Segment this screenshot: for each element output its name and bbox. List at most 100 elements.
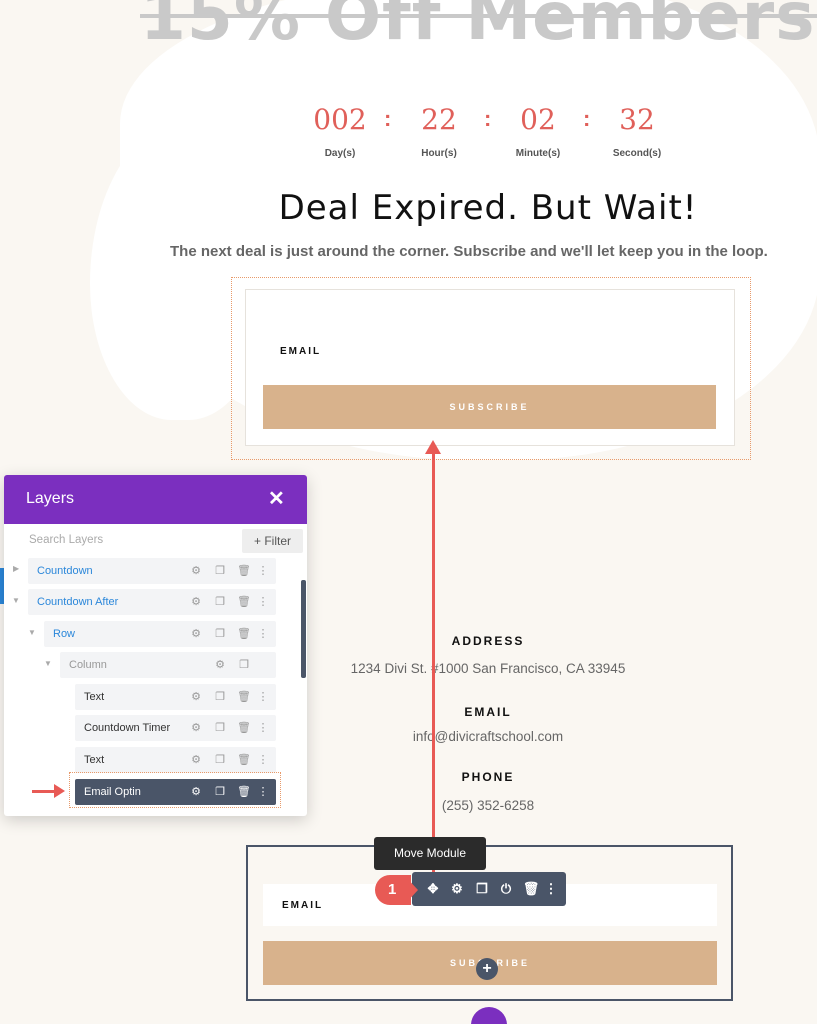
subscribe-button[interactable]: SUBSCRIBE — [263, 385, 716, 429]
layers-title: Layers — [26, 490, 75, 507]
add-section-button[interactable] — [471, 1007, 507, 1024]
countdown-hours-label: Hour(s) — [421, 148, 457, 159]
more-icon[interactable]: ⋮ — [256, 589, 270, 615]
layer-actions: ⚙ ❐ 🗑 ⋮ — [184, 621, 270, 647]
countdown-separator: : — [384, 106, 392, 131]
trash-icon[interactable]: 🗑 — [232, 621, 256, 647]
more-icon[interactable]: ⋮ — [256, 621, 270, 647]
layers-scrollbar[interactable] — [301, 580, 306, 678]
layer-actions: ⚙ ❐ 🗑 ⋮ — [184, 684, 270, 710]
countdown-hours-value: 22 — [421, 103, 457, 136]
layer-label: Row — [53, 628, 76, 640]
countdown-hours: 22 Hour(s) — [404, 100, 474, 159]
countdown-separator: : — [484, 106, 492, 131]
address-heading: ADDRESS — [451, 634, 525, 648]
countdown-seconds-value: 32 — [619, 103, 655, 136]
phone-heading: PHONE — [461, 770, 515, 784]
duplicate-icon[interactable]: ❐ — [470, 872, 494, 906]
duplicate-icon[interactable]: ❐ — [208, 589, 232, 615]
expand-caret-icon[interactable]: ▶ — [13, 564, 19, 573]
layer-label: Column — [69, 659, 107, 671]
countdown-minutes-value: 02 — [520, 103, 556, 136]
countdown-minutes-label: Minute(s) — [515, 148, 561, 159]
layer-label: Countdown After — [37, 596, 119, 608]
annotation-pointer-line — [32, 790, 56, 793]
headline: Deal Expired. But Wait! — [278, 188, 698, 228]
countdown-timer: 002 Day(s) : 22 Hour(s) : 02 Minute(s) :… — [300, 100, 680, 170]
duplicate-icon[interactable]: ❐ — [232, 652, 256, 678]
layer-label: Countdown Timer — [84, 722, 171, 734]
layer-label: Text — [84, 754, 105, 766]
gear-icon[interactable]: ⚙ — [184, 747, 208, 773]
gear-icon[interactable]: ⚙ — [445, 872, 469, 906]
layers-header: Layers ✕ — [4, 475, 307, 524]
layer-column[interactable]: Column ⚙ ❐ — [60, 652, 276, 678]
duplicate-icon[interactable]: ❐ — [208, 747, 232, 773]
gear-icon[interactable]: ⚙ — [184, 558, 208, 584]
search-layers-input[interactable]: Search Layers — [29, 534, 103, 546]
subheadline: The next deal is just around the corner.… — [170, 243, 768, 260]
countdown-seconds: 32 Second(s) — [602, 100, 672, 159]
more-icon[interactable]: ⋮ — [256, 715, 270, 741]
duplicate-icon[interactable]: ❐ — [208, 715, 232, 741]
layer-countdown-after[interactable]: Countdown After ⚙ ❐ 🗑 ⋮ — [28, 589, 276, 615]
layer-actions: ⚙ ❐ 🗑 ⋮ — [184, 715, 270, 741]
annotation-arrow-line — [432, 450, 435, 888]
countdown-days: 002 Day(s) — [305, 100, 375, 159]
duplicate-icon[interactable]: ❐ — [208, 621, 232, 647]
trash-icon[interactable]: 🗑 — [232, 684, 256, 710]
gear-icon[interactable]: ⚙ — [184, 715, 208, 741]
strikethrough-title: 15% Off Memberships — [140, 0, 817, 55]
layer-text[interactable]: Text ⚙ ❐ 🗑 ⋮ — [75, 684, 276, 710]
email-optin-highlight — [69, 772, 281, 808]
annotation-arrow-head — [425, 440, 441, 454]
collapse-caret-icon[interactable]: ▼ — [44, 659, 52, 668]
layers-panel: Layers ✕ Search Layers + Filter ▶ Countd… — [4, 475, 307, 816]
gear-icon[interactable]: ⚙ — [184, 621, 208, 647]
phone-value[interactable]: (255) 352-6258 — [300, 798, 676, 813]
page: 15% Off Memberships 002 Day(s) : 22 Hour… — [0, 0, 817, 1024]
move-module-tooltip: Move Module — [374, 837, 486, 870]
more-icon[interactable]: ⋮ — [256, 558, 270, 584]
step-badge-tip — [404, 875, 418, 905]
more-icon[interactable]: ⋮ — [256, 684, 270, 710]
close-icon[interactable]: ✕ — [268, 486, 285, 511]
layer-text[interactable]: Text ⚙ ❐ 🗑 ⋮ — [75, 747, 276, 773]
filter-button[interactable]: + Filter — [242, 529, 303, 553]
module-toolbar: ✥ ⚙ ❐ ⏻ 🗑 ⋮ — [412, 872, 566, 906]
duplicate-icon[interactable]: ❐ — [208, 558, 232, 584]
layer-actions: ⚙ ❐ — [208, 652, 256, 678]
address-value: 1234 Divi St. #1000 San Francisco, CA 33… — [350, 661, 626, 676]
countdown-seconds-label: Second(s) — [612, 148, 662, 159]
layer-countdown-timer[interactable]: Countdown Timer ⚙ ❐ 🗑 ⋮ — [75, 715, 276, 741]
trash-icon[interactable]: 🗑 — [232, 715, 256, 741]
annotation-pointer-head — [54, 784, 65, 798]
collapse-caret-icon[interactable]: ▼ — [28, 628, 36, 637]
email-optin-selected[interactable]: EMAIL SUBSCRIBE — [231, 277, 751, 460]
power-icon[interactable]: ⏻ — [494, 872, 518, 906]
trash-icon[interactable]: 🗑 — [232, 747, 256, 773]
layer-row[interactable]: Row ⚙ ❐ 🗑 ⋮ — [44, 621, 276, 647]
email-value[interactable]: info@divicraftschool.com — [300, 729, 676, 744]
more-icon[interactable]: ⋮ — [256, 747, 270, 773]
trash-icon[interactable]: 🗑 — [232, 558, 256, 584]
countdown-separator: : — [583, 106, 591, 131]
layer-countdown[interactable]: Countdown ⚙ ❐ 🗑 ⋮ — [28, 558, 276, 584]
duplicate-icon[interactable]: ❐ — [208, 684, 232, 710]
layer-actions: ⚙ ❐ 🗑 ⋮ — [184, 589, 270, 615]
layer-actions: ⚙ ❐ 🗑 ⋮ — [184, 747, 270, 773]
layer-label: Countdown — [37, 565, 93, 577]
collapse-caret-icon[interactable]: ▼ — [12, 596, 20, 605]
move-icon[interactable]: ✥ — [421, 872, 445, 906]
gear-icon[interactable]: ⚙ — [184, 684, 208, 710]
gear-icon[interactable]: ⚙ — [208, 652, 232, 678]
add-row-icon[interactable]: + — [476, 958, 498, 980]
gear-icon[interactable]: ⚙ — [184, 589, 208, 615]
email-heading: EMAIL — [464, 705, 512, 719]
email-field[interactable]: EMAIL — [280, 346, 321, 357]
layer-label: Text — [84, 691, 105, 703]
trash-icon[interactable]: 🗑 — [232, 589, 256, 615]
more-icon[interactable]: ⋮ — [539, 872, 563, 906]
email-label-bottom: EMAIL — [282, 900, 324, 911]
countdown-days-value: 002 — [313, 103, 367, 136]
